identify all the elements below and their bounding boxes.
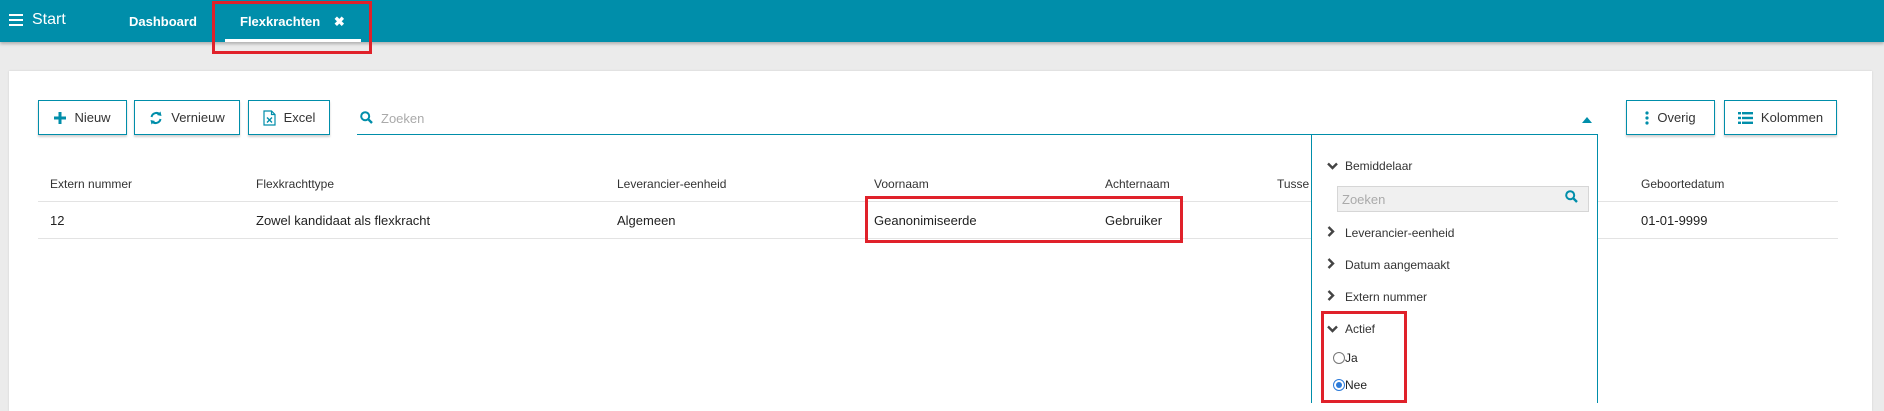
tab-dashboard[interactable]: Dashboard [129, 14, 197, 29]
tab-dashboard-label: Dashboard [129, 14, 197, 29]
filter-search-box [1337, 186, 1589, 212]
caret-up-icon[interactable] [1582, 117, 1592, 123]
columns-button-label: Kolommen [1760, 110, 1824, 125]
list-icon [1737, 111, 1753, 124]
column-header-leverancier-eenheid[interactable]: Leverancier-eenheid [617, 177, 726, 191]
filter-section-label: Bemiddelaar [1345, 159, 1413, 173]
menu-icon [9, 14, 23, 26]
column-header-extern-nummer[interactable]: Extern nummer [50, 177, 132, 191]
filter-section-bemiddelaar[interactable]: Bemiddelaar [1327, 159, 1412, 173]
chevron-right-icon [1327, 258, 1339, 272]
filter-section-label: Leverancier-eenheid [1345, 226, 1455, 240]
column-header-tussenvoegsel[interactable]: Tusse [1277, 177, 1309, 191]
cell-extern-nummer: 12 [50, 213, 65, 228]
refresh-button-label: Vernieuw [171, 110, 225, 125]
excel-icon [262, 109, 276, 126]
search-icon[interactable] [1565, 190, 1578, 206]
plus-icon [54, 111, 67, 124]
cell-flexkrachttype: Zowel kandidaat als flexkracht [256, 213, 431, 228]
refresh-icon [149, 111, 163, 125]
highlight-actief-box [1321, 311, 1407, 403]
more-button[interactable]: Overig [1626, 100, 1715, 135]
filter-section-datum-aangemaakt[interactable]: Datum aangemaakt [1327, 258, 1450, 272]
more-button-label: Overig [1657, 110, 1696, 125]
cell-geboortedatum: 01-01-9999 [1641, 213, 1708, 228]
excel-button-label: Excel [283, 110, 316, 125]
new-button[interactable]: Nieuw [38, 100, 127, 135]
filter-section-label: Extern nummer [1345, 290, 1428, 304]
excel-button[interactable]: Excel [248, 100, 330, 135]
start-label: Start [32, 11, 66, 28]
refresh-button[interactable]: Vernieuw [134, 100, 240, 135]
search-icon [360, 111, 373, 127]
search-bar [357, 102, 1597, 135]
column-header-achternaam[interactable]: Achternaam [1105, 177, 1170, 191]
cell-leverancier-eenheid: Algemeen [617, 213, 676, 228]
search-input[interactable] [379, 106, 979, 130]
column-header-flexkrachttype[interactable]: Flexkrachttype [256, 177, 334, 191]
start-menu-button[interactable]: Start [9, 11, 66, 29]
column-header-geboortedatum[interactable]: Geboortedatum [1641, 177, 1724, 191]
filter-section-leverancier-eenheid[interactable]: Leverancier-eenheid [1327, 226, 1454, 240]
more-vertical-icon [1645, 110, 1649, 125]
filter-section-label: Datum aangemaakt [1345, 258, 1450, 272]
highlight-tab-box [212, 1, 372, 54]
filter-section-extern-nummer[interactable]: Extern nummer [1327, 290, 1427, 304]
highlight-name-box [865, 196, 1183, 243]
column-header-voornaam[interactable]: Voornaam [874, 177, 929, 191]
chevron-right-icon [1327, 290, 1339, 304]
chevron-right-icon [1327, 226, 1339, 240]
new-button-label: Nieuw [74, 110, 111, 125]
filter-search-input[interactable] [1338, 187, 1562, 211]
chevron-down-icon [1327, 159, 1339, 173]
columns-button[interactable]: Kolommen [1724, 100, 1837, 135]
